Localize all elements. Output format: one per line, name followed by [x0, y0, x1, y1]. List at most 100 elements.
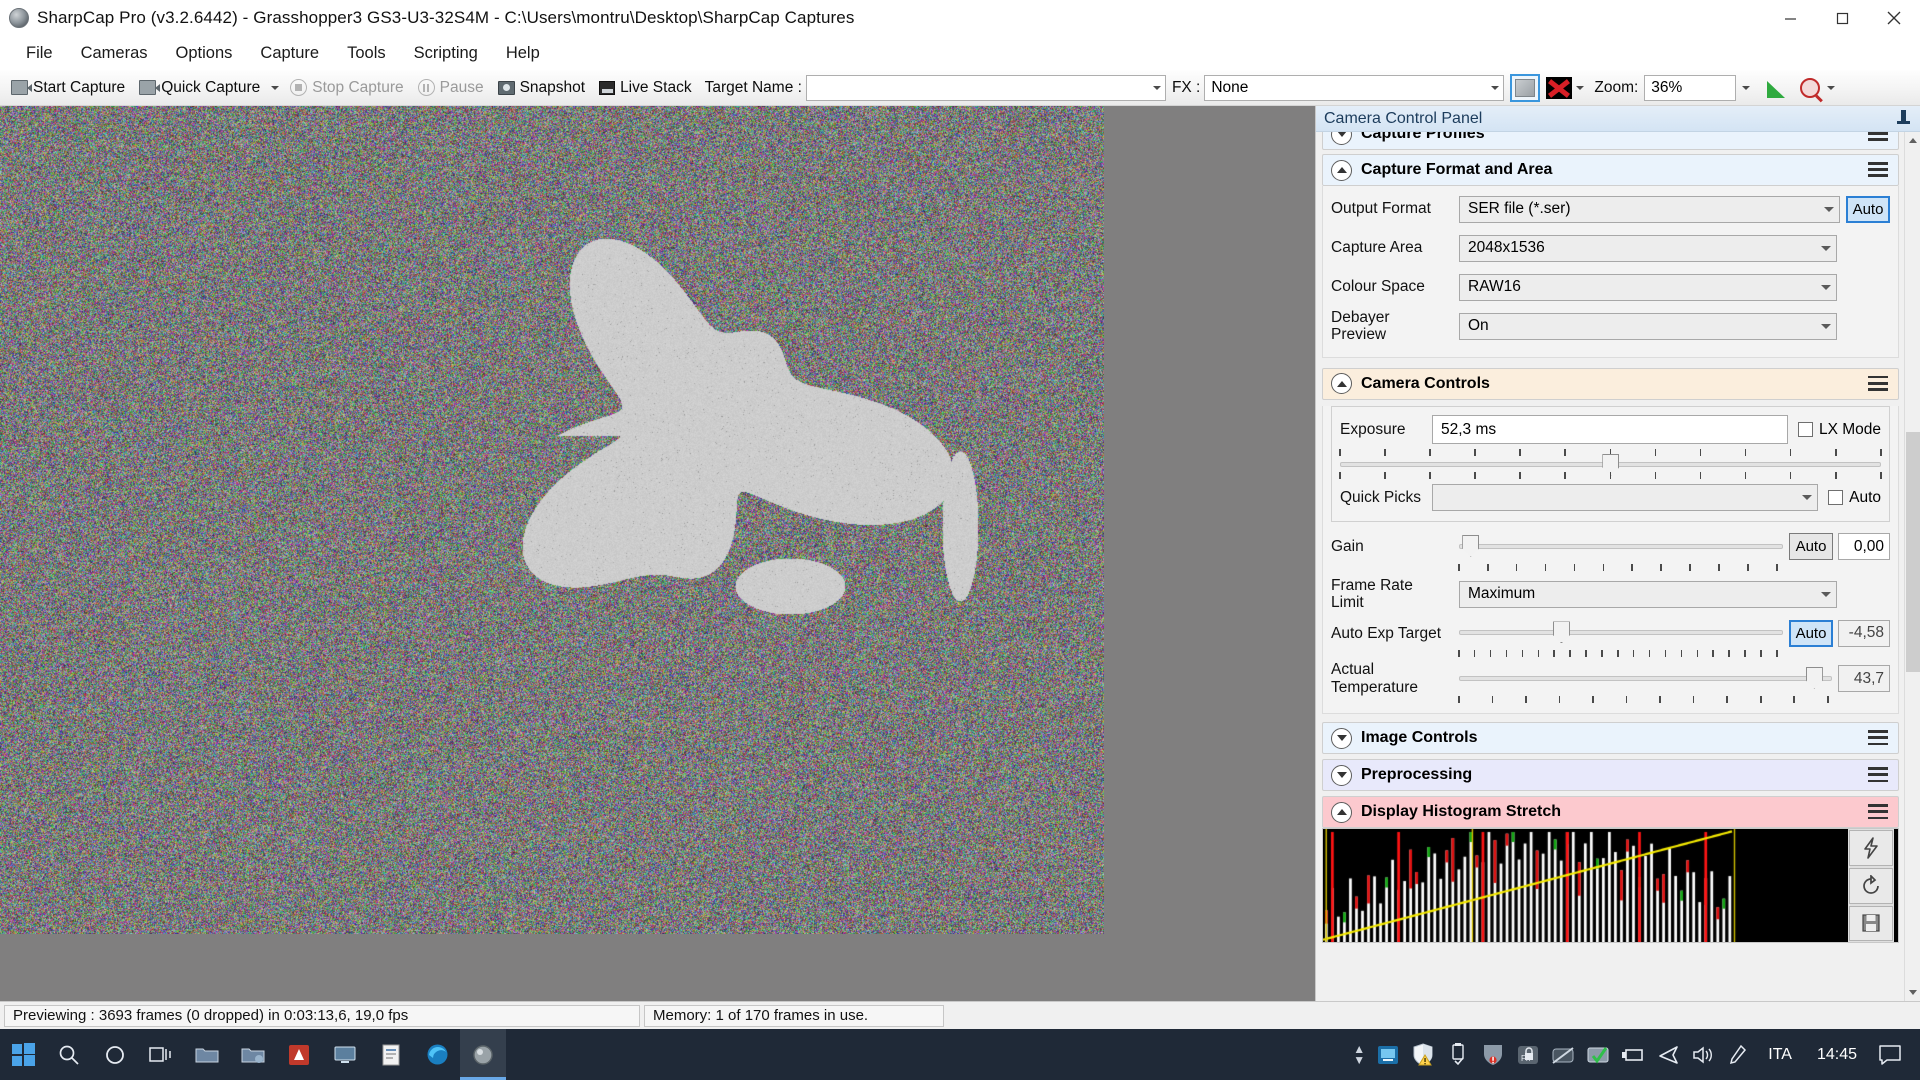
- group-menu-icon[interactable]: [1868, 730, 1888, 746]
- scrollbar-thumb[interactable]: [1906, 432, 1920, 672]
- tray-airplane[interactable]: [1651, 1029, 1685, 1080]
- menu-scripting[interactable]: Scripting: [400, 40, 492, 67]
- app-filezilla[interactable]: [276, 1029, 322, 1080]
- snapshot-button[interactable]: Snapshot: [491, 73, 593, 103]
- pin-icon[interactable]: [1897, 110, 1910, 128]
- tray-nvidia[interactable]: [1371, 1029, 1405, 1080]
- histogram-canvas[interactable]: [1323, 829, 1848, 942]
- lx-mode-checkbox[interactable]: [1798, 422, 1813, 437]
- tray-volume[interactable]: [1686, 1029, 1720, 1080]
- save-stretch-button[interactable]: [1849, 906, 1893, 942]
- auto-exp-target-auto-button[interactable]: Auto: [1789, 620, 1833, 647]
- gain-slider[interactable]: [1459, 534, 1783, 560]
- histogram-display[interactable]: [1322, 828, 1899, 943]
- menu-help[interactable]: Help: [492, 40, 554, 67]
- auto-exp-target-slider-thumb[interactable]: [1553, 621, 1570, 643]
- group-menu-icon[interactable]: [1868, 804, 1888, 820]
- scroll-up-button[interactable]: [1905, 132, 1920, 149]
- capture-area-select[interactable]: 2048x1536: [1459, 235, 1837, 262]
- group-menu-icon[interactable]: [1868, 132, 1888, 142]
- target-name-input[interactable]: [806, 75, 1166, 101]
- start-capture-button[interactable]: Start Capture: [4, 73, 132, 103]
- tray-touchpad-off[interactable]: [1546, 1029, 1580, 1080]
- group-menu-icon[interactable]: [1868, 767, 1888, 783]
- quick-capture-button[interactable]: Quick Capture: [132, 73, 267, 103]
- filter-dropdown[interactable]: [1572, 73, 1588, 103]
- menu-capture[interactable]: Capture: [246, 40, 333, 67]
- zoom-dropdown[interactable]: [1736, 73, 1756, 103]
- panel-scrollbar[interactable]: [1904, 132, 1920, 1001]
- tray-fn-lock[interactable]: Fn: [1511, 1029, 1545, 1080]
- stop-capture-button[interactable]: Stop Capture: [283, 73, 410, 103]
- stop-icon: [290, 79, 307, 96]
- group-display-histogram-stretch[interactable]: Display Histogram Stretch: [1322, 796, 1899, 828]
- exposure-input[interactable]: 52,3 ms: [1432, 415, 1788, 444]
- tray-usb[interactable]: [1441, 1029, 1475, 1080]
- app-notes[interactable]: [368, 1029, 414, 1080]
- menu-file[interactable]: File: [12, 40, 67, 67]
- group-capture-format[interactable]: Capture Format and Area: [1322, 154, 1899, 186]
- exposure-sub-panel: Exposure 52,3 ms LX Mode Quick Picks Aut…: [1331, 406, 1890, 522]
- output-format-select[interactable]: SER file (*.ser): [1459, 196, 1840, 223]
- menu-options[interactable]: Options: [162, 40, 247, 67]
- frame-rate-limit-select[interactable]: Maximum: [1459, 581, 1837, 608]
- group-image-controls[interactable]: Image Controls: [1322, 722, 1899, 754]
- tray-security[interactable]: [1406, 1029, 1440, 1080]
- camera-preview-area[interactable]: [0, 106, 1315, 1001]
- cortana-button[interactable]: [92, 1029, 138, 1080]
- tray-update-ok[interactable]: [1581, 1029, 1615, 1080]
- group-menu-icon[interactable]: [1868, 162, 1888, 178]
- magnifier-dropdown[interactable]: [1820, 73, 1840, 103]
- tray-pen[interactable]: [1721, 1029, 1755, 1080]
- search-button[interactable]: [46, 1029, 92, 1080]
- close-button[interactable]: [1868, 0, 1920, 37]
- menu-tools[interactable]: Tools: [333, 40, 400, 67]
- group-preprocessing[interactable]: Preprocessing: [1322, 759, 1899, 791]
- debayer-preview-select[interactable]: On: [1459, 313, 1837, 340]
- auto-stretch-button[interactable]: [1849, 830, 1893, 866]
- tray-battery[interactable]: [1616, 1029, 1650, 1080]
- display-mode-toggle-button[interactable]: [1510, 74, 1540, 102]
- minimize-button[interactable]: [1764, 0, 1816, 37]
- start-button[interactable]: [0, 1029, 46, 1080]
- clock[interactable]: 14:45: [1805, 1046, 1869, 1064]
- pause-button[interactable]: Pause: [411, 73, 491, 103]
- app-folder[interactable]: [184, 1029, 230, 1080]
- menu-cameras[interactable]: Cameras: [67, 40, 162, 67]
- colour-space-select[interactable]: RAW16: [1459, 274, 1837, 301]
- exposure-slider[interactable]: [1340, 458, 1881, 472]
- tray-expand-button[interactable]: ▲ ▼: [1348, 1029, 1370, 1080]
- fx-select[interactable]: None: [1204, 75, 1504, 101]
- zoom-select[interactable]: 36%: [1644, 75, 1736, 101]
- gain-ticks: [1459, 564, 1777, 573]
- quick-picks-select[interactable]: [1432, 484, 1818, 511]
- live-stack-button[interactable]: Live Stack: [592, 73, 699, 103]
- app-remote-desktop[interactable]: [322, 1029, 368, 1080]
- group-menu-icon[interactable]: [1868, 376, 1888, 392]
- magnifier-icon[interactable]: [1800, 78, 1820, 98]
- auto-exp-target-slider[interactable]: [1459, 620, 1783, 646]
- app-sharpcap[interactable]: [460, 1029, 506, 1080]
- maximize-button[interactable]: [1816, 0, 1868, 37]
- app-folder-2[interactable]: [230, 1029, 276, 1080]
- gain-value[interactable]: 0,00: [1838, 533, 1890, 560]
- output-format-auto-button[interactable]: Auto: [1846, 196, 1890, 223]
- reset-stretch-button[interactable]: [1849, 868, 1893, 904]
- row-gain: Gain Auto 0,00: [1331, 530, 1890, 564]
- windows-taskbar: ▲ ▼ Fn ITA 14:45: [0, 1029, 1920, 1080]
- quick-picks-auto-checkbox[interactable]: [1828, 490, 1843, 505]
- gain-slider-thumb[interactable]: [1462, 535, 1479, 557]
- task-view-button[interactable]: [138, 1029, 184, 1080]
- gain-auto-button[interactable]: Auto: [1789, 533, 1833, 560]
- quick-capture-dropdown[interactable]: [267, 73, 283, 103]
- language-indicator[interactable]: ITA: [1756, 1046, 1804, 1064]
- no-filter-icon[interactable]: [1546, 77, 1572, 99]
- live-preview-image[interactable]: [0, 106, 1104, 934]
- group-capture-profiles[interactable]: Capture Profiles: [1322, 132, 1899, 150]
- action-center-button[interactable]: [1870, 1029, 1910, 1080]
- group-camera-controls[interactable]: Camera Controls: [1322, 368, 1899, 400]
- app-edge[interactable]: [414, 1029, 460, 1080]
- tray-malwarebytes[interactable]: [1476, 1029, 1510, 1080]
- histogram-tool-icon[interactable]: [1766, 77, 1788, 99]
- scroll-down-button[interactable]: [1905, 984, 1920, 1001]
